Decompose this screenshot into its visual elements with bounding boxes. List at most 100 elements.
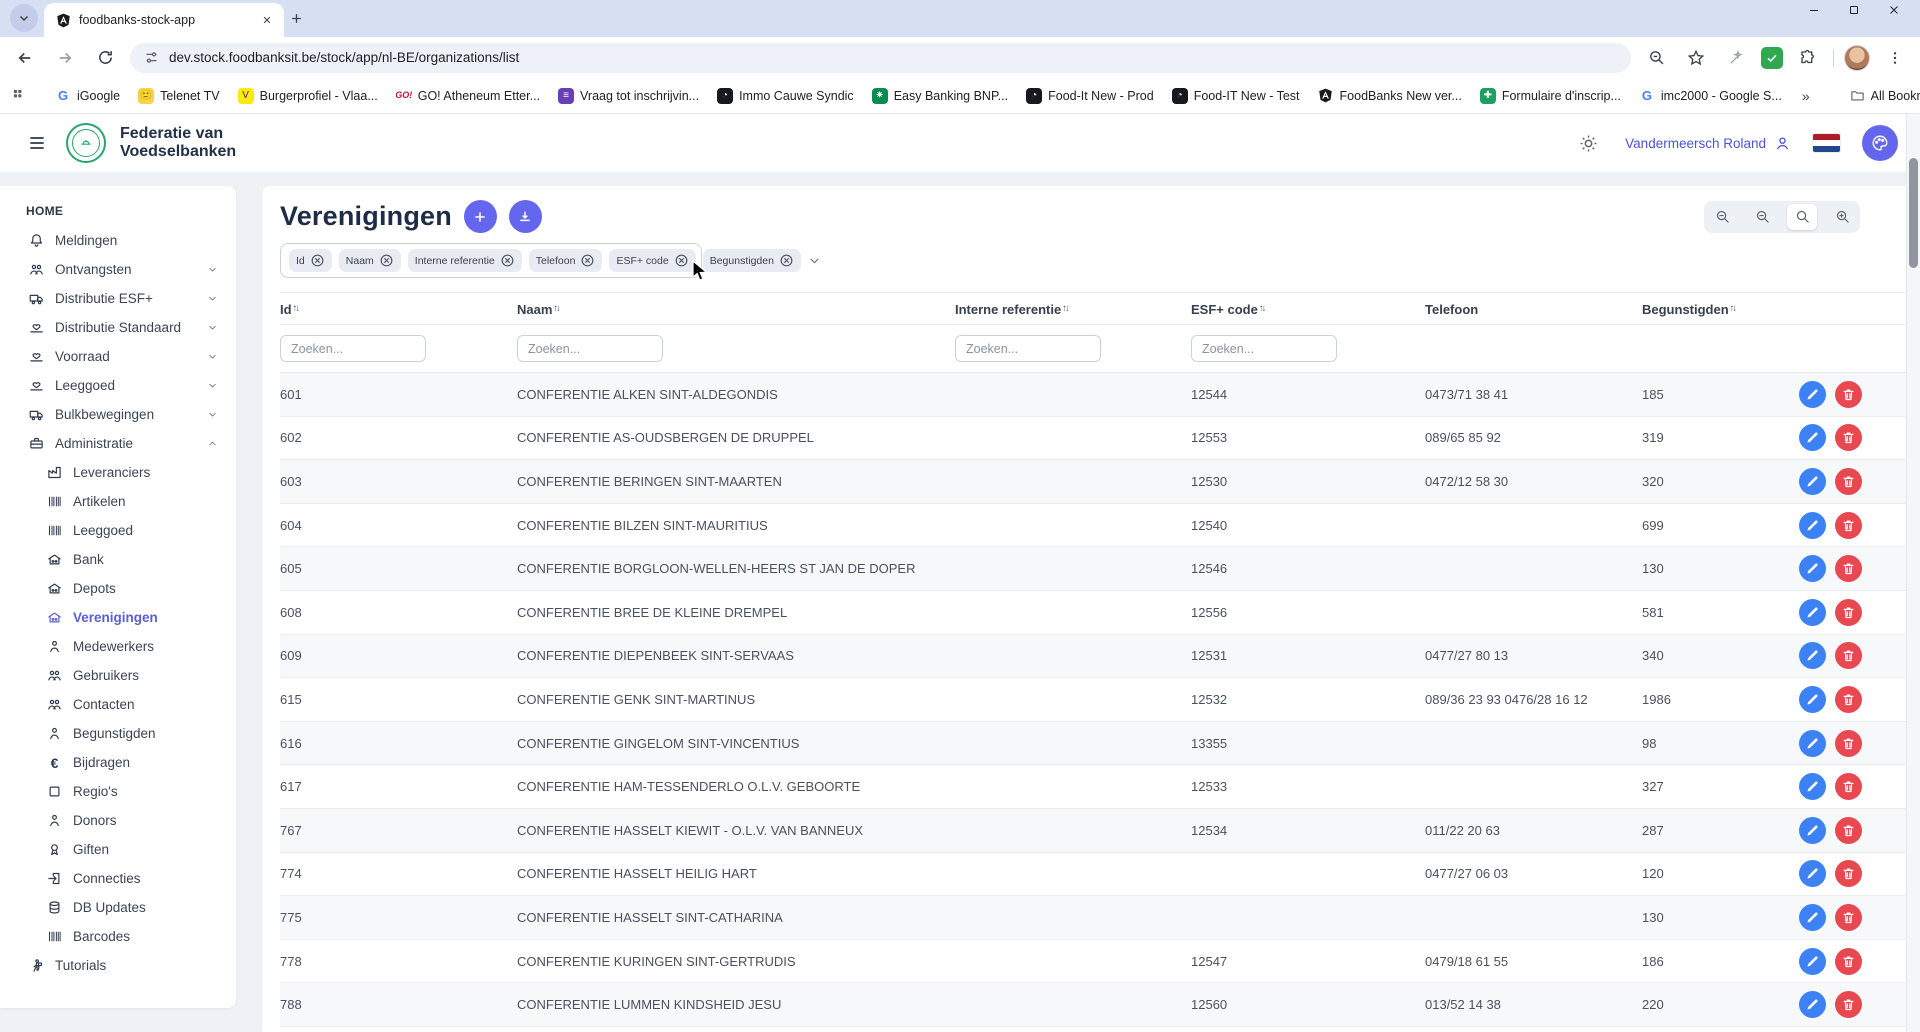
delete-button[interactable] xyxy=(1835,512,1862,539)
sidebar-item-donors[interactable]: Donors xyxy=(0,806,236,835)
bookmark-item[interactable]: ✚Formulaire d'inscrip... xyxy=(1472,84,1629,108)
zoom-out-icon[interactable] xyxy=(1747,204,1777,230)
edit-button[interactable] xyxy=(1799,599,1826,626)
chip-remove-icon[interactable] xyxy=(779,253,794,268)
edit-button[interactable] xyxy=(1799,424,1826,451)
search-input-esf-code[interactable] xyxy=(1191,335,1337,362)
sidebar-item-regio-s[interactable]: Regio's xyxy=(0,777,236,806)
search-input-naam[interactable] xyxy=(517,335,663,362)
edit-button[interactable] xyxy=(1799,730,1826,757)
delete-button[interactable] xyxy=(1835,730,1862,757)
reload-button[interactable] xyxy=(90,43,120,73)
chip-remove-icon[interactable] xyxy=(310,253,325,268)
site-settings-icon[interactable] xyxy=(144,50,159,65)
sidebar-item-verenigingen[interactable]: Verenigingen xyxy=(0,603,236,632)
delete-button[interactable] xyxy=(1835,381,1862,408)
bookmark-item[interactable]: GO!GO! Atheneum Etter... xyxy=(388,84,548,108)
add-organization-button[interactable] xyxy=(464,200,497,233)
bookmark-item[interactable]: GiGoogle xyxy=(47,84,128,108)
bookmark-item[interactable]: ✷Easy Banking BNP... xyxy=(864,84,1016,108)
hamburger-menu-icon[interactable] xyxy=(22,128,52,158)
bookmark-item[interactable]: Gimc2000 - Google S... xyxy=(1631,84,1790,108)
sidebar-item-tutorials[interactable]: Tutorials xyxy=(0,951,236,980)
edit-button[interactable] xyxy=(1799,860,1826,887)
search-input-interne-referentie[interactable] xyxy=(955,335,1101,362)
bookmark-item[interactable]: ◔Food-It New - Prod xyxy=(1018,84,1162,108)
bookmark-item[interactable]: ◔Food-IT New - Test xyxy=(1164,84,1308,108)
profile-avatar[interactable] xyxy=(1844,45,1870,71)
sidebar-item-leveranciers[interactable]: Leveranciers xyxy=(0,458,236,487)
all-bookmarks-button[interactable]: All Bookmarks xyxy=(1842,84,1920,107)
theme-toggle-sun-icon[interactable] xyxy=(1573,128,1603,158)
sidebar-item-voorraad[interactable]: Voorraad xyxy=(0,342,236,371)
sidebar-item-gebruikers[interactable]: Gebruikers xyxy=(0,661,236,690)
column-header-interne-referentie[interactable]: Interne referentie↑↓ xyxy=(955,302,1191,317)
edit-button[interactable] xyxy=(1799,686,1826,713)
delete-button[interactable] xyxy=(1835,948,1862,975)
edit-button[interactable] xyxy=(1799,512,1826,539)
delete-button[interactable] xyxy=(1835,904,1862,931)
bookmark-item[interactable]: ≡Vraag tot inschrijvin... xyxy=(550,84,707,108)
bookmark-item[interactable]: VBurgerprofiel - Vlaa... xyxy=(230,84,386,108)
sidebar-item-meldingen[interactable]: Meldingen xyxy=(0,226,236,255)
sidebar-item-artikelen[interactable]: Artikelen xyxy=(0,487,236,516)
sidebar-item-administratie[interactable]: Administratie xyxy=(0,429,236,458)
zoom-out-icon[interactable] xyxy=(1707,204,1737,230)
sidebar-item-ontvangsten[interactable]: Ontvangsten xyxy=(0,255,236,284)
sidebar-item-barcodes[interactable]: Barcodes xyxy=(0,922,236,951)
edit-button[interactable] xyxy=(1799,991,1826,1018)
chip-remove-icon[interactable] xyxy=(379,253,394,268)
apps-grid-icon[interactable] xyxy=(12,83,27,109)
sidebar-item-db-updates[interactable]: DB Updates xyxy=(0,893,236,922)
chip-remove-icon[interactable] xyxy=(580,253,595,268)
sidebar-item-giften[interactable]: Giften xyxy=(0,835,236,864)
address-bar[interactable]: dev.stock.foodbanksit.be/stock/app/nl-BE… xyxy=(130,43,1631,73)
delete-button[interactable] xyxy=(1835,555,1862,582)
delete-button[interactable] xyxy=(1835,817,1862,844)
delete-button[interactable] xyxy=(1835,642,1862,669)
maximize-icon[interactable] xyxy=(1848,4,1874,16)
edit-button[interactable] xyxy=(1799,468,1826,495)
sidebar-item-medewerkers[interactable]: Medewerkers xyxy=(0,632,236,661)
delete-button[interactable] xyxy=(1835,599,1862,626)
zoom-in-icon[interactable] xyxy=(1827,204,1857,230)
extension-wand-icon[interactable] xyxy=(1721,43,1751,73)
edit-button[interactable] xyxy=(1799,773,1826,800)
sidebar-item-connecties[interactable]: Connecties xyxy=(0,864,236,893)
extensions-puzzle-icon[interactable] xyxy=(1793,43,1823,73)
edit-button[interactable] xyxy=(1799,555,1826,582)
bookmark-item[interactable]: ◔Immo Cauwe Syndic xyxy=(709,84,862,108)
forward-button[interactable] xyxy=(50,43,80,73)
edit-button[interactable] xyxy=(1799,642,1826,669)
bookmark-item[interactable]: FoodBanks New ver... xyxy=(1310,84,1470,108)
sidebar-item-bank[interactable]: Bank xyxy=(0,545,236,574)
tab-close-icon[interactable] xyxy=(258,11,276,29)
column-filter-chips[interactable]: IdNaamInterne referentieTelefoonESF+ cod… xyxy=(280,243,702,278)
export-download-button[interactable] xyxy=(509,200,542,233)
sidebar-item-bulkbewegingen[interactable]: Bulkbewegingen xyxy=(0,400,236,429)
edit-button[interactable] xyxy=(1799,817,1826,844)
filter-chip-naam[interactable]: Naam xyxy=(339,249,401,272)
sidebar-item-contacten[interactable]: Contacten xyxy=(0,690,236,719)
scrollbar-thumb[interactable] xyxy=(1909,158,1918,268)
column-header-esf-code[interactable]: ESF+ code↑↓ xyxy=(1191,302,1425,317)
minimize-icon[interactable] xyxy=(1808,4,1834,16)
new-tab-button[interactable] xyxy=(290,4,318,32)
filter-chip-telefoon[interactable]: Telefoon xyxy=(529,249,603,272)
bookmarks-overflow-button[interactable]: » xyxy=(1794,88,1818,104)
column-header-id[interactable]: Id↑↓ xyxy=(280,302,517,317)
sidebar-item-leeggoed[interactable]: Leeggoed xyxy=(0,516,236,545)
delete-button[interactable] xyxy=(1835,773,1862,800)
browser-tab[interactable]: foodbanks-stock-app xyxy=(44,3,284,37)
search-input-id[interactable] xyxy=(280,335,426,362)
zoom-indicator-icon[interactable] xyxy=(1641,43,1671,73)
search-icon[interactable] xyxy=(1787,204,1817,230)
sidebar-item-bijdragen[interactable]: €Bijdragen xyxy=(0,748,236,777)
back-button[interactable] xyxy=(10,43,40,73)
language-flag-nl[interactable] xyxy=(1813,134,1840,152)
bookmark-star-icon[interactable] xyxy=(1681,43,1711,73)
chip-remove-icon[interactable] xyxy=(674,253,689,268)
browser-menu-kebab-icon[interactable] xyxy=(1880,43,1910,73)
bookmark-item[interactable]: 🙂Telenet TV xyxy=(130,84,228,108)
chip-remove-icon[interactable] xyxy=(500,253,515,268)
